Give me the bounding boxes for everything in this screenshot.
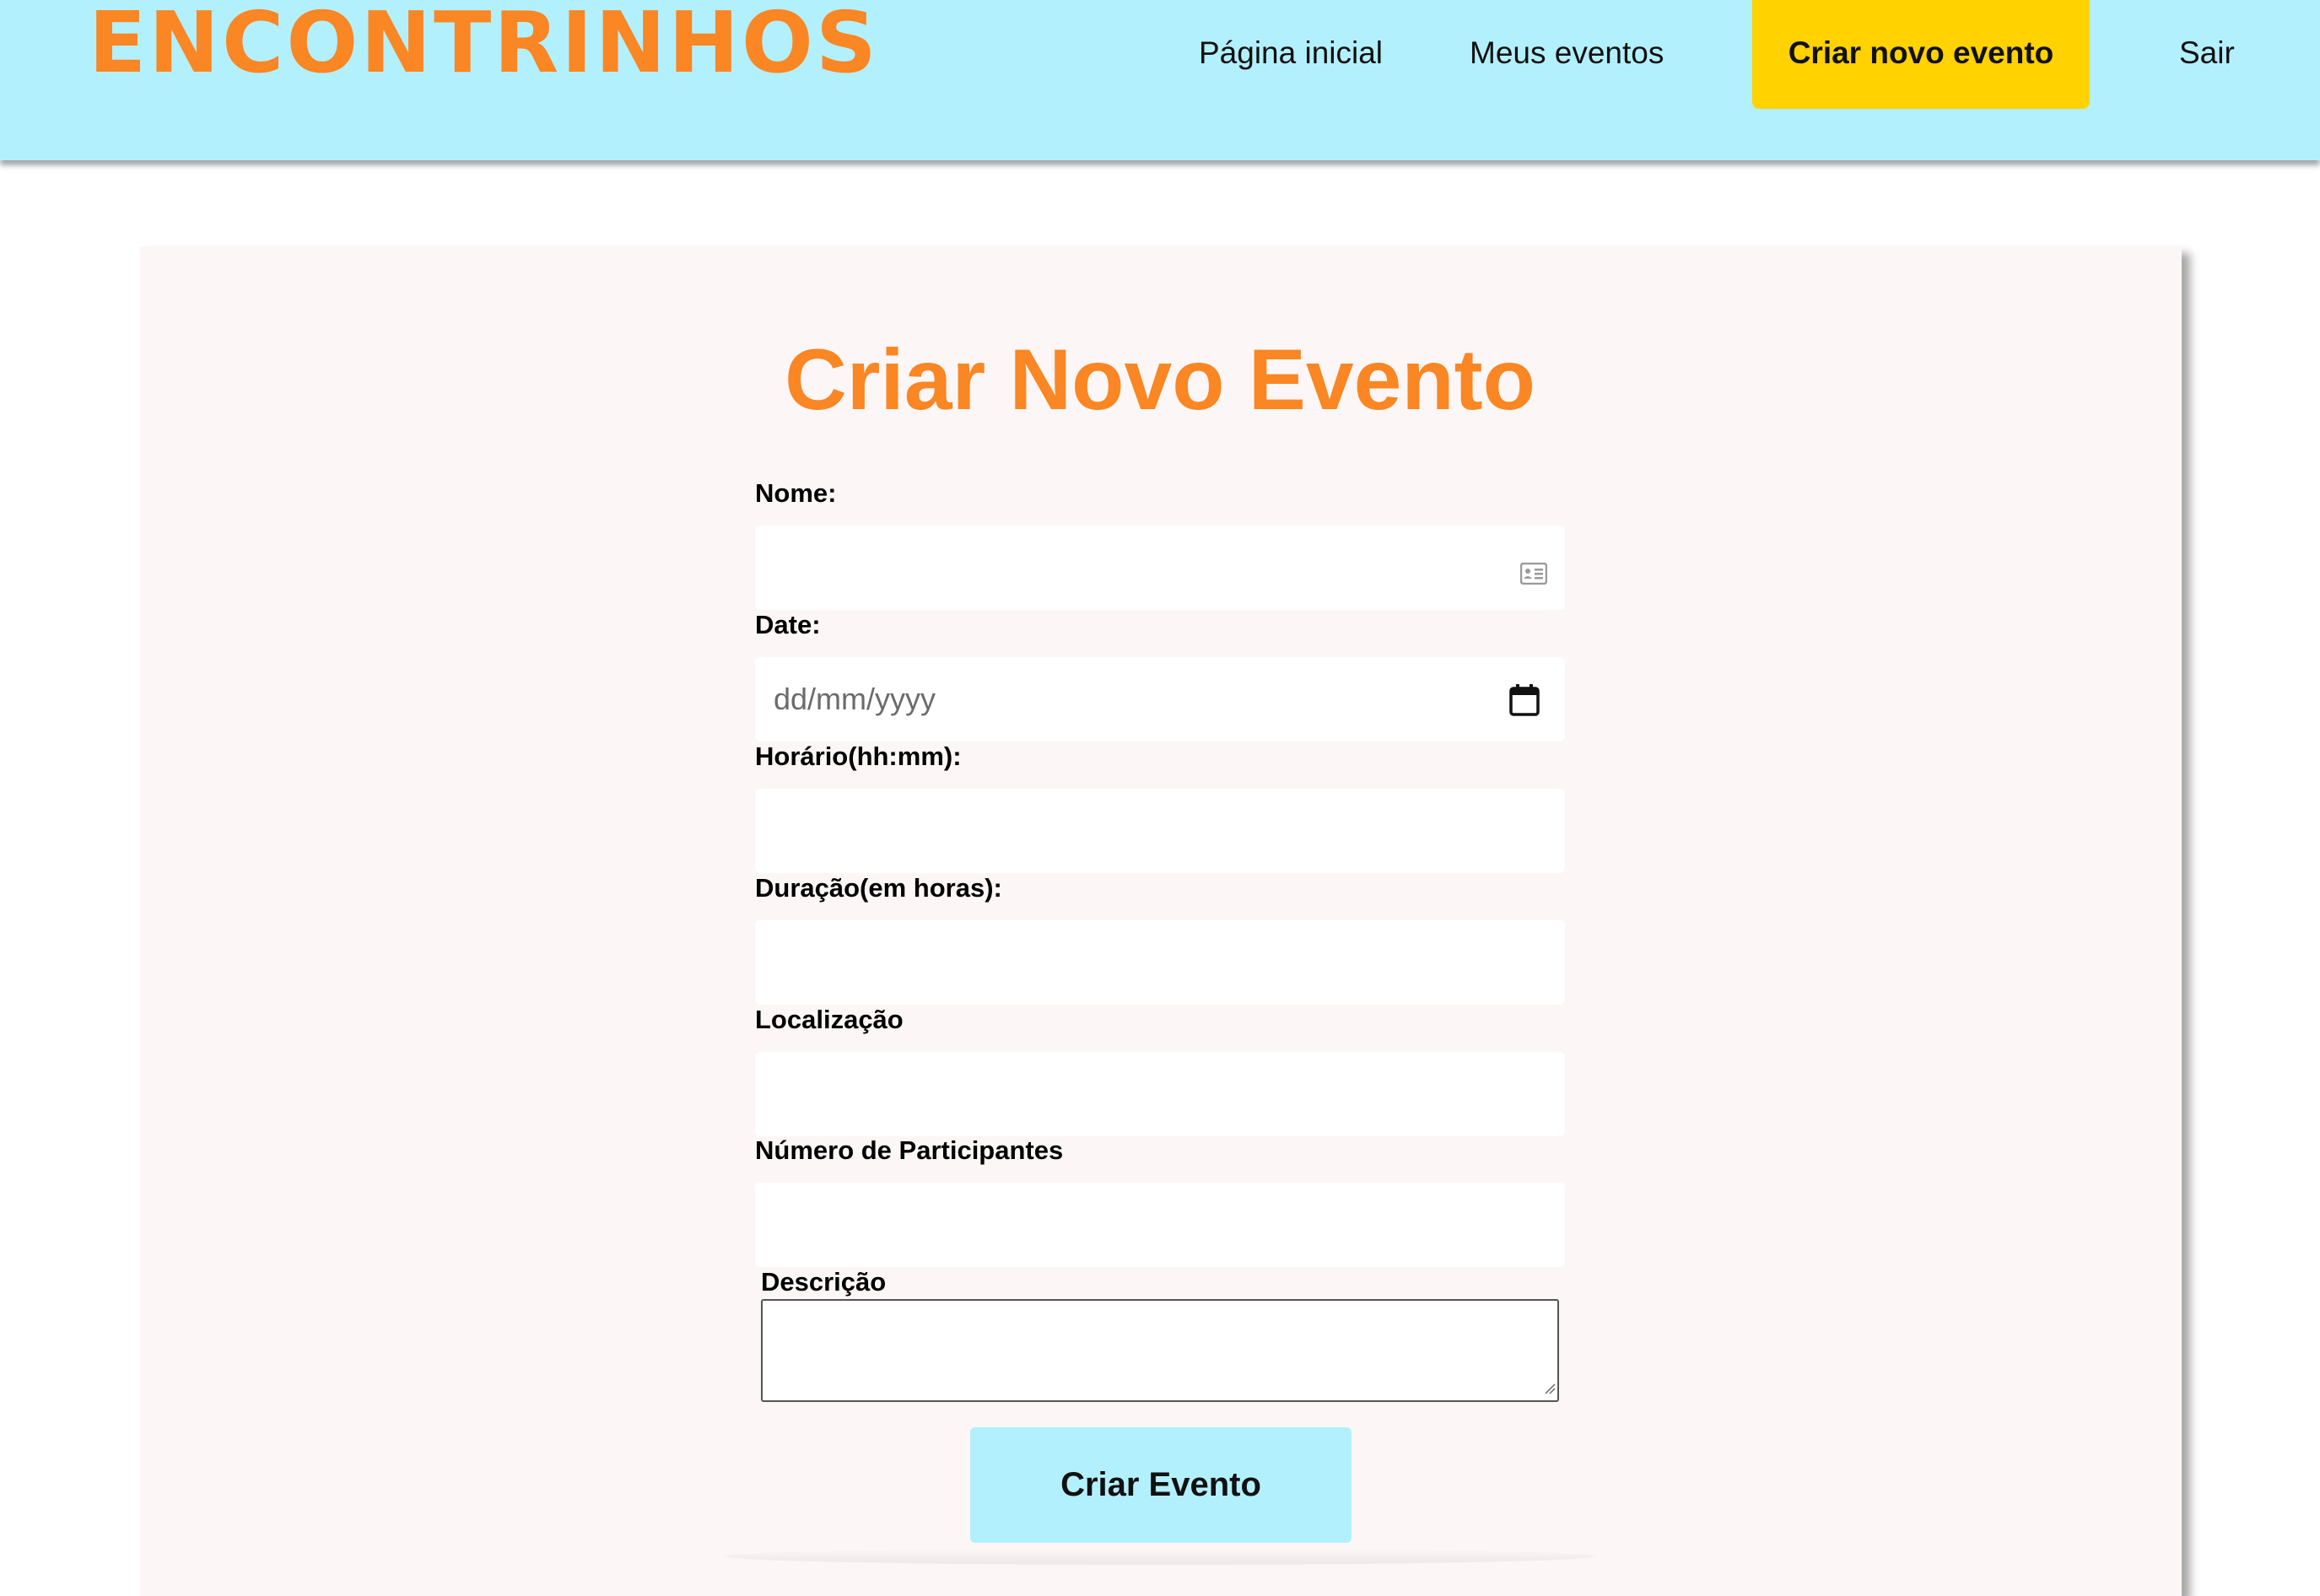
name-input[interactable] [755,526,1565,610]
duration-input[interactable] [755,920,1565,1005]
resize-handle-icon[interactable] [1542,1381,1556,1399]
site-logo[interactable]: ENCONTRINHOS [89,0,879,89]
description-label: Descrição [761,1267,887,1297]
page-title: Criar Novo Evento [785,332,1535,428]
create-event-submit-button[interactable]: Criar Evento [970,1427,1352,1543]
participants-label: Número de Participantes [755,1135,1064,1165]
duration-label: Duração(em horas): [755,873,1002,903]
name-label: Nome: [755,478,837,508]
time-input[interactable] [755,789,1565,873]
location-label: Localização [755,1005,904,1034]
date-placeholder: dd/mm/yyyy [774,682,936,716]
calendar-icon[interactable] [1508,683,1540,725]
participants-input[interactable] [755,1183,1565,1267]
date-input[interactable]: dd/mm/yyyy [755,657,1565,741]
location-input[interactable] [755,1052,1565,1136]
contact-card-icon [1519,557,1548,592]
nav-logout-link[interactable]: Sair [2179,32,2235,74]
nav-create-event-button[interactable]: Criar novo evento [1752,0,2090,109]
date-label: Date: [755,610,821,639]
nav-home-link[interactable]: Página inicial [1199,32,1383,74]
time-label: Horário(hh:mm): [755,741,962,771]
nav-my-events-link[interactable]: Meus eventos [1470,32,1664,74]
top-navbar: ENCONTRINHOS Página inicial Meus eventos… [0,0,2320,160]
card-bottom-shadow [726,1548,1594,1565]
description-textarea[interactable] [761,1299,1559,1402]
